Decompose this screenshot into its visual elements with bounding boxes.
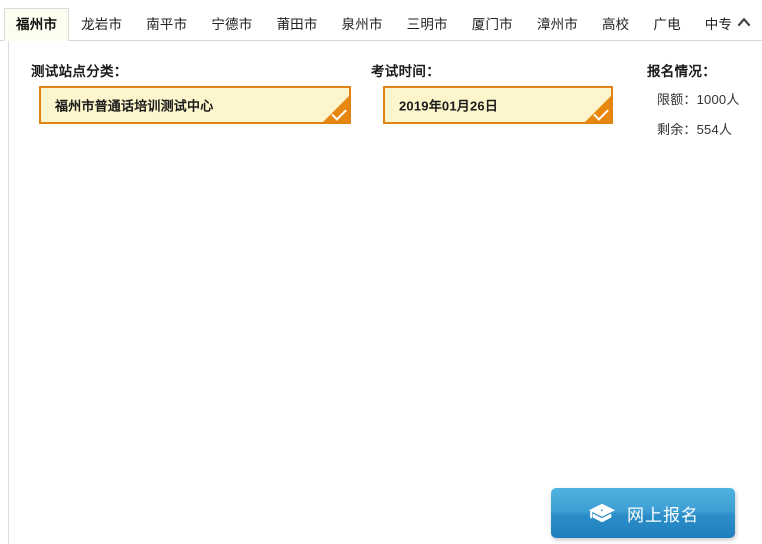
- tab-label: 龙岩市: [81, 17, 123, 33]
- tab-nanping[interactable]: 南平市: [134, 8, 199, 41]
- tab-putian[interactable]: 莆田市: [264, 8, 329, 41]
- online-signup-button[interactable]: 网上报名: [551, 488, 735, 538]
- station-option-label: 福州市普通话培训测试中心: [55, 98, 214, 114]
- registration-page: 福州市 龙岩市 南平市 宁德市 莆田市 泉州市 三明市 厦门市 漳州市 高校 广…: [0, 0, 762, 544]
- check-icon: [585, 96, 611, 122]
- tab-sanming[interactable]: 三明市: [395, 8, 460, 41]
- tab-broadcast[interactable]: 广电: [641, 8, 692, 41]
- tab-quanzhou[interactable]: 泉州市: [330, 8, 395, 41]
- tab-fuzhou[interactable]: 福州市: [4, 8, 70, 41]
- exam-time-option-label: 2019年01月26日: [399, 98, 499, 114]
- tab-longyan[interactable]: 龙岩市: [69, 8, 134, 41]
- tab-label: 广电: [653, 17, 681, 33]
- tab-label: 泉州市: [341, 17, 383, 33]
- registration-status-label: 报名情况：: [647, 64, 716, 79]
- tab-label: 福州市: [16, 16, 58, 32]
- tab-colleges[interactable]: 高校: [590, 8, 641, 41]
- tab-label: 南平市: [146, 17, 188, 33]
- chevron-up-icon[interactable]: [732, 10, 756, 34]
- exam-time-option-card[interactable]: 2019年01月26日: [383, 86, 613, 124]
- tab-label: 宁德市: [211, 17, 253, 33]
- registration-quota: 限额：1000人: [657, 92, 740, 107]
- content-panel: 测试站点分类： 福州市普通话培训测试中心 考试时间： 2019年01月26日 报…: [8, 41, 762, 544]
- registration-status-values: 限额：1000人 剩余：554人: [657, 89, 740, 149]
- station-option-card[interactable]: 福州市普通话培训测试中心: [39, 86, 351, 124]
- tab-zhangzhou[interactable]: 漳州市: [525, 8, 590, 41]
- tab-label: 中专: [704, 17, 733, 33]
- registration-remaining: 剩余：554人: [657, 122, 733, 137]
- station-category-label: 测试站点分类：: [31, 64, 128, 79]
- city-tab-bar: 福州市 龙岩市 南平市 宁德市 莆田市 泉州市 三明市 厦门市 漳州市 高校 广…: [0, 0, 762, 41]
- tab-ningde[interactable]: 宁德市: [199, 8, 264, 41]
- tab-label: 莆田市: [276, 17, 318, 33]
- exam-time-label: 考试时间：: [371, 64, 440, 79]
- tab-xiamen[interactable]: 厦门市: [460, 8, 525, 41]
- graduation-cap-icon: [589, 503, 615, 523]
- tab-label: 厦门市: [471, 17, 513, 33]
- online-signup-label: 网上报名: [627, 505, 699, 525]
- check-icon: [323, 96, 349, 122]
- tab-label: 漳州市: [536, 17, 578, 33]
- tab-label: 高校: [601, 17, 630, 33]
- tab-label: 三明市: [406, 17, 448, 33]
- tab-list: 福州市 龙岩市 南平市 宁德市 莆田市 泉州市 三明市 厦门市 漳州市 高校 广…: [4, 8, 744, 41]
